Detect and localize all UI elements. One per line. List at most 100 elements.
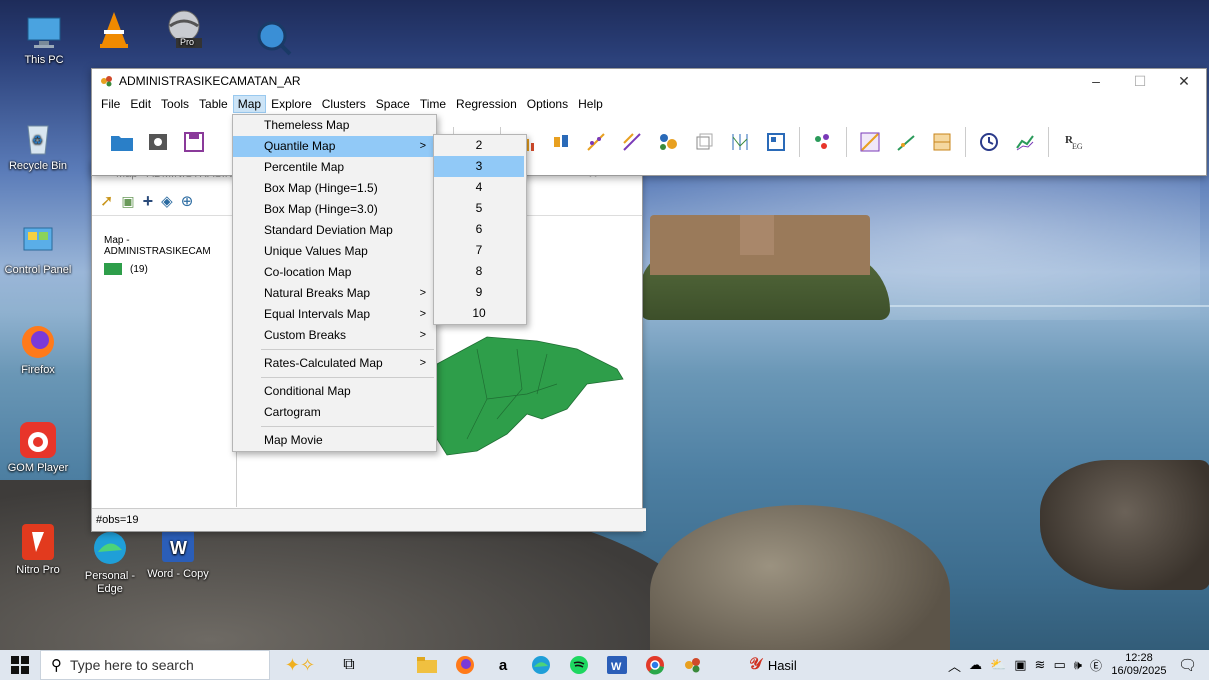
maximize-button[interactable]: ☐ — [1118, 69, 1162, 93]
notifications-icon[interactable]: 🗨 — [1178, 656, 1197, 674]
quantile-option-8[interactable]: 8 — [434, 261, 524, 282]
menu-item-rates-calculated-map[interactable]: Rates-Calculated Map > — [233, 353, 436, 374]
quantile-submenu: 2 3 4 5 6 7 8 9 10 — [433, 134, 527, 325]
extent-icon[interactable]: ⊕ — [181, 192, 194, 210]
menu-item-unique-values-map[interactable]: Unique Values Map — [233, 241, 436, 262]
task-view-icon[interactable]: ⧉ — [330, 650, 368, 680]
menu-tools[interactable]: Tools — [156, 95, 194, 113]
conditional-plot-icon[interactable] — [761, 127, 791, 157]
desktop-icon-word[interactable]: W Word - Copy — [144, 526, 212, 581]
scatter-matrix-icon[interactable] — [617, 127, 647, 157]
scatter-plot-icon[interactable] — [581, 127, 611, 157]
desktop-icon-search-tool[interactable] — [240, 18, 308, 60]
menu-item-quantile-map[interactable]: Quantile Map > — [233, 136, 436, 157]
menu-map[interactable]: Map — [232, 94, 267, 113]
menu-space[interactable]: Space — [371, 95, 415, 113]
layers-icon[interactable]: ◈ — [161, 192, 173, 210]
cluster-map-icon[interactable] — [808, 127, 838, 157]
legend-item[interactable]: (19) — [104, 263, 236, 275]
menu-edit[interactable]: Edit — [125, 95, 156, 113]
save-icon[interactable] — [179, 127, 209, 157]
menu-clusters[interactable]: Clusters — [317, 95, 371, 113]
menu-item-std-dev-map[interactable]: Standard Deviation Map — [233, 220, 436, 241]
quantile-option-5[interactable]: 5 — [434, 198, 524, 219]
menu-table[interactable]: Table — [194, 95, 233, 113]
menu-separator — [261, 377, 434, 378]
ime-icon[interactable]: Ⓔ — [1090, 657, 1102, 674]
file-explorer-icon[interactable] — [408, 650, 446, 680]
geoda-taskbar-icon[interactable] — [674, 650, 712, 680]
quantile-option-9[interactable]: 9 — [434, 282, 524, 303]
lisa-icon[interactable] — [891, 127, 921, 157]
3d-plot-icon[interactable] — [689, 127, 719, 157]
taskbar-search[interactable]: ⚲ Type here to search — [40, 650, 270, 680]
bubble-chart-icon[interactable] — [653, 127, 683, 157]
chrome-icon[interactable] — [636, 650, 674, 680]
menu-item-custom-breaks[interactable]: Custom Breaks > — [233, 325, 436, 346]
quantile-option-7[interactable]: 7 — [434, 240, 524, 261]
select-pointer-icon[interactable]: ➚ — [100, 191, 113, 211]
quantile-option-4[interactable]: 4 — [434, 177, 524, 198]
volume-icon[interactable]: 🕪 — [1074, 657, 1082, 673]
menu-item-box-map-1-5[interactable]: Box Map (Hinge=1.5) — [233, 178, 436, 199]
quantile-option-6[interactable]: 6 — [434, 219, 524, 240]
menu-explore[interactable]: Explore — [266, 95, 317, 113]
desktop-icon-recycle-bin[interactable]: ♻ Recycle Bin — [4, 118, 72, 173]
menu-item-cartogram[interactable]: Cartogram — [233, 402, 436, 423]
wifi-icon[interactable]: ≋ — [1035, 657, 1046, 673]
word-taskbar-icon[interactable]: W — [598, 650, 636, 680]
menu-options[interactable]: Options — [522, 95, 573, 113]
desktop-icon-vlc[interactable] — [80, 10, 148, 52]
zoom-window-icon[interactable]: ▣ — [121, 193, 134, 210]
hasil-app[interactable]: 𝒴 Hasil — [738, 650, 808, 680]
sparkle-icon[interactable]: ✦✧ — [270, 650, 330, 680]
quantile-option-10[interactable]: 10 — [434, 303, 524, 324]
desktop-icon-edge[interactable]: Personal - Edge — [76, 528, 144, 596]
toolbar-separator — [1048, 127, 1049, 157]
add-layer-icon[interactable]: + — [143, 191, 154, 212]
menu-help[interactable]: Help — [573, 95, 608, 113]
firefox-taskbar-icon[interactable] — [446, 650, 484, 680]
regression-icon[interactable]: R EG — [1057, 127, 1087, 157]
battery-icon[interactable]: ▭ — [1053, 657, 1065, 673]
desktop-icon-pro[interactable]: Pro — [150, 8, 218, 50]
minimize-button[interactable]: – — [1074, 69, 1118, 93]
tray-cloud-icon[interactable]: ☁ — [969, 657, 982, 673]
menu-item-themeless-map[interactable]: Themeless Map — [233, 115, 436, 136]
open-folder-icon[interactable] — [107, 127, 137, 157]
menu-item-natural-breaks-map[interactable]: Natural Breaks Map > — [233, 283, 436, 304]
close-project-icon[interactable] — [143, 127, 173, 157]
desktop-icon-gom-player[interactable]: GOM Player — [4, 420, 72, 475]
quantile-option-3[interactable]: 3 — [434, 156, 524, 177]
desktop-icon-nitro-pro[interactable]: Nitro Pro — [4, 522, 72, 577]
amazon-icon[interactable]: a — [484, 650, 522, 680]
start-button[interactable] — [0, 650, 40, 680]
moran-scatter-icon[interactable] — [855, 127, 885, 157]
app-titlebar[interactable]: ADMINISTRASIKECAMATAN_AR – ☐ ✕ — [92, 69, 1206, 93]
desktop-icon-firefox[interactable]: Firefox — [4, 322, 72, 377]
menu-item-percentile-map[interactable]: Percentile Map — [233, 157, 436, 178]
menu-item-map-movie[interactable]: Map Movie — [233, 430, 436, 451]
box-plot-icon[interactable] — [545, 127, 575, 157]
tray-app-icon[interactable]: ▣ — [1014, 657, 1026, 673]
desktop-icon-control-panel[interactable]: Control Panel — [4, 222, 72, 277]
trend-chart-icon[interactable] — [1010, 127, 1040, 157]
close-button[interactable]: ✕ — [1162, 69, 1206, 93]
menu-item-conditional-map[interactable]: Conditional Map — [233, 381, 436, 402]
taskbar-clock[interactable]: 12:28 16/09/2025 — [1106, 652, 1172, 678]
edge-taskbar-icon[interactable] — [522, 650, 560, 680]
tray-onedrive-icon[interactable]: ⛅ — [990, 657, 1006, 673]
tray-chevron-up-icon[interactable]: ︿ — [948, 656, 961, 675]
quantile-option-2[interactable]: 2 — [434, 135, 524, 156]
desktop-icon-this-pc[interactable]: This PC — [10, 12, 78, 67]
menu-time[interactable]: Time — [415, 95, 451, 113]
menu-item-equal-intervals-map[interactable]: Equal Intervals Map > — [233, 304, 436, 325]
menu-regression[interactable]: Regression — [451, 95, 522, 113]
clock-icon[interactable] — [974, 127, 1004, 157]
spotify-icon[interactable] — [560, 650, 598, 680]
menu-item-box-map-3-0[interactable]: Box Map (Hinge=3.0) — [233, 199, 436, 220]
menu-item-co-location-map[interactable]: Co-location Map — [233, 262, 436, 283]
spatial-weights-icon[interactable] — [927, 127, 957, 157]
menu-file[interactable]: File — [96, 95, 125, 113]
parallel-coord-icon[interactable] — [725, 127, 755, 157]
